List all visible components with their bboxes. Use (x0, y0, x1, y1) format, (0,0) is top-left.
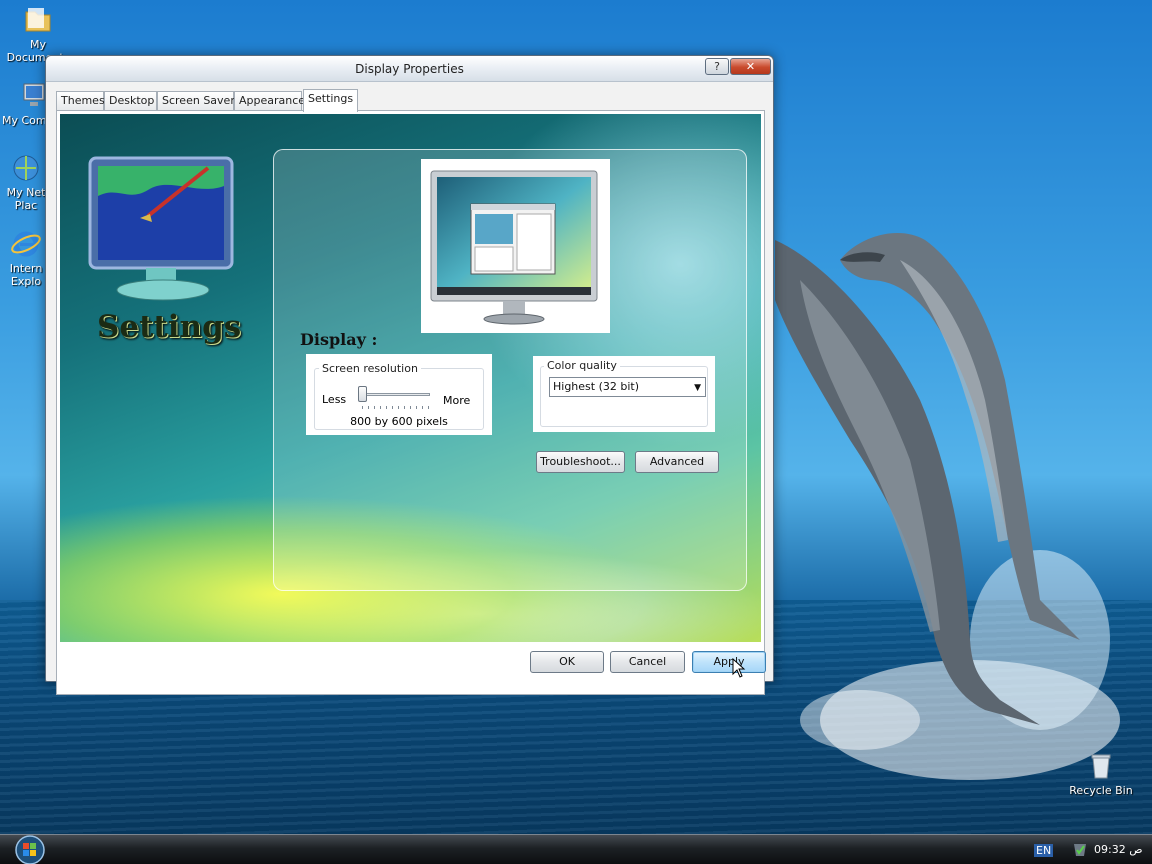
ie-icon (11, 231, 41, 257)
desktop-icon-label: Recycle Bin (1069, 784, 1133, 797)
troubleshoot-button[interactable]: Troubleshoot... (536, 451, 625, 473)
screen-resolution-group: Screen resolution Less More 800 by 600 p… (306, 354, 492, 435)
recycle-bin-icon (1091, 754, 1111, 779)
dolphins-wallpaper (775, 232, 1120, 780)
taskbar: EN ص 09:32 (0, 834, 1152, 864)
tab-themes[interactable]: Themes (56, 91, 105, 111)
color-quality-value: Highest (32 bit) (553, 380, 640, 393)
desktop-icon-label: My Net Plac (6, 186, 46, 212)
clock[interactable]: ص 09:32 (1094, 843, 1143, 856)
help-button[interactable]: ? (705, 58, 729, 75)
resolution-slider-track[interactable] (360, 393, 430, 396)
less-label: Less (322, 393, 347, 406)
tab-settings[interactable]: Settings (303, 89, 358, 112)
settings-heading: Settings (97, 309, 242, 345)
mouse-cursor-icon (732, 658, 746, 678)
language-indicator[interactable]: EN (1034, 844, 1054, 857)
folder-icon (25, 8, 51, 32)
desktop-icon-label: My Com (2, 114, 47, 127)
desktop-icon-label: Intern Explo (9, 262, 43, 288)
display-label: Display : (300, 330, 378, 349)
monitor-illustration (88, 156, 234, 301)
cancel-button[interactable]: Cancel (610, 651, 685, 673)
tab-appearance[interactable]: Appearance (234, 91, 305, 111)
apply-button[interactable]: Apply (692, 651, 766, 673)
ok-button[interactable]: OK (530, 651, 604, 673)
screen-resolution-legend: Screen resolution (319, 362, 421, 375)
color-quality-group: Color quality Highest (32 bit) ▼ (533, 356, 715, 432)
close-button[interactable]: ✕ (730, 58, 771, 75)
tab-screen-saver[interactable]: Screen Saver (157, 91, 235, 111)
color-quality-legend: Color quality (544, 359, 620, 372)
start-button[interactable] (8, 835, 48, 864)
color-quality-select[interactable]: Highest (32 bit) ▼ (549, 377, 706, 397)
aurora-background: Settings Display: Screen resolution Les… (60, 114, 761, 642)
network-icon (13, 155, 39, 181)
settings-panel: Settings Display: Screen resolution Les… (56, 110, 765, 695)
display-properties-window: Display Properties ? ✕ Themes Desktop Sc… (45, 55, 774, 695)
chevron-down-icon[interactable]: ▼ (694, 379, 701, 397)
tab-desktop[interactable]: Desktop (104, 91, 157, 111)
resolution-slider-ticks (362, 406, 430, 409)
resolution-value: 800 by 600 pixels (350, 415, 448, 428)
monitor-preview-icon (430, 170, 598, 325)
title-bar[interactable]: Display Properties ? ✕ (46, 56, 773, 82)
more-label: More (443, 394, 471, 407)
window-title: Display Properties (355, 62, 464, 76)
resolution-slider-thumb[interactable] (358, 386, 367, 402)
security-shield-icon[interactable] (1072, 842, 1088, 858)
advanced-button[interactable]: Advanced (635, 451, 719, 473)
display-preview (421, 159, 610, 333)
desktop-icon-recycle-bin[interactable]: Recycle Bin (1063, 750, 1139, 797)
